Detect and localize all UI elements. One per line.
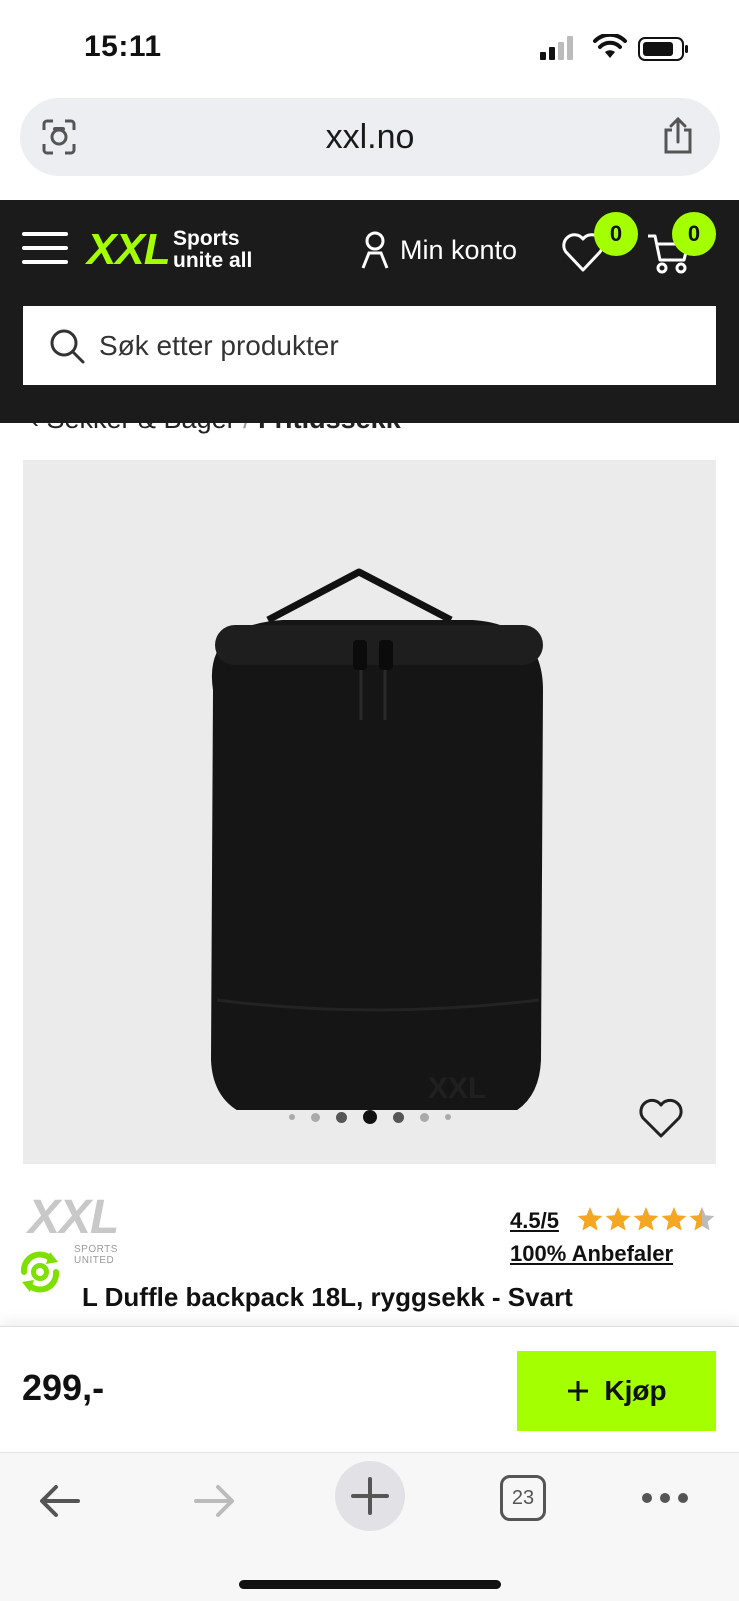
logo-tagline: Sports unite all [173,228,252,272]
rating-stars[interactable] [576,1206,716,1234]
buy-button-label: Kjøp [604,1375,667,1406]
search-box[interactable] [23,306,716,385]
hamburger-menu-icon[interactable] [22,230,70,266]
refresh-badge-icon[interactable] [14,1246,66,1298]
wishlist-count-badge: 0 [594,212,638,256]
cart-count-badge: 0 [672,212,716,256]
product-title: L Duffle backpack 18L, ryggsekk - Svart [82,1282,573,1312]
site-header: XXL Sports unite all Min konto 0 0 [0,200,739,423]
share-icon[interactable] [660,116,696,156]
account-label: Min konto [400,234,518,265]
gallery-dot[interactable] [392,1111,404,1123]
gallery-dot[interactable] [288,1114,295,1120]
header-bottom-edge [0,400,739,423]
new-tab-button[interactable] [335,1461,405,1531]
gallery-dot[interactable] [335,1111,347,1123]
address-bar[interactable]: xxl.no [20,98,720,176]
product-gallery[interactable]: XXL [23,460,716,1164]
plus-icon [568,1381,589,1401]
url-text[interactable]: xxl.no [20,98,720,176]
forward-arrow-icon[interactable] [192,1481,236,1521]
tagline-line2: unite all [173,249,253,272]
favorite-heart-icon[interactable] [638,1098,684,1140]
buy-button[interactable]: Kjøp [517,1351,716,1431]
gallery-dot[interactable] [419,1112,429,1122]
product-image-backpack[interactable]: XXL [173,520,573,1110]
browser-toolbar: 23 [0,1452,739,1601]
gallery-dot[interactable] [444,1114,451,1120]
svg-text:XXL: XXL [428,1072,486,1105]
rating-star [689,1207,715,1231]
rating-star [661,1207,687,1231]
rating-star [633,1207,659,1231]
more-options-icon[interactable] [640,1483,690,1513]
status-bar: 15:11 [0,0,739,95]
xxl-logo[interactable]: XXL Sports unite all [87,224,267,276]
account-link[interactable]: Min konto [360,228,517,272]
wifi-icon [593,34,627,58]
gallery-pagination[interactable] [23,1105,716,1129]
plus-icon [351,1477,389,1515]
tagline-line1: Sports [173,227,240,250]
battery-icon [638,37,688,61]
sticky-buy-bar: 299,- Kjøp [0,1326,739,1453]
cellular-signal-icon [540,36,573,60]
brand-logo-wordmark: XXL [28,1191,119,1244]
tab-switcher-button[interactable]: 23 [500,1475,546,1521]
product-price: 299,- [22,1367,105,1408]
home-indicator [239,1580,501,1589]
visual-search-icon[interactable] [40,118,78,156]
recommend-percent[interactable]: 100% Anbefaler [510,1241,673,1267]
user-icon [361,231,389,269]
rating-star [577,1207,603,1231]
status-time: 15:11 [84,30,162,63]
gallery-dot[interactable] [310,1112,320,1122]
search-icon [50,329,85,364]
search-input[interactable] [99,306,699,385]
brand-logo-sub: SPORTS UNITED [74,1244,118,1266]
gallery-dot[interactable] [362,1110,377,1124]
logo-wordmark: XXL [87,225,171,274]
rating-star [605,1207,631,1231]
back-arrow-icon[interactable] [38,1481,82,1521]
rating-score[interactable]: 4.5/5 [510,1208,559,1234]
